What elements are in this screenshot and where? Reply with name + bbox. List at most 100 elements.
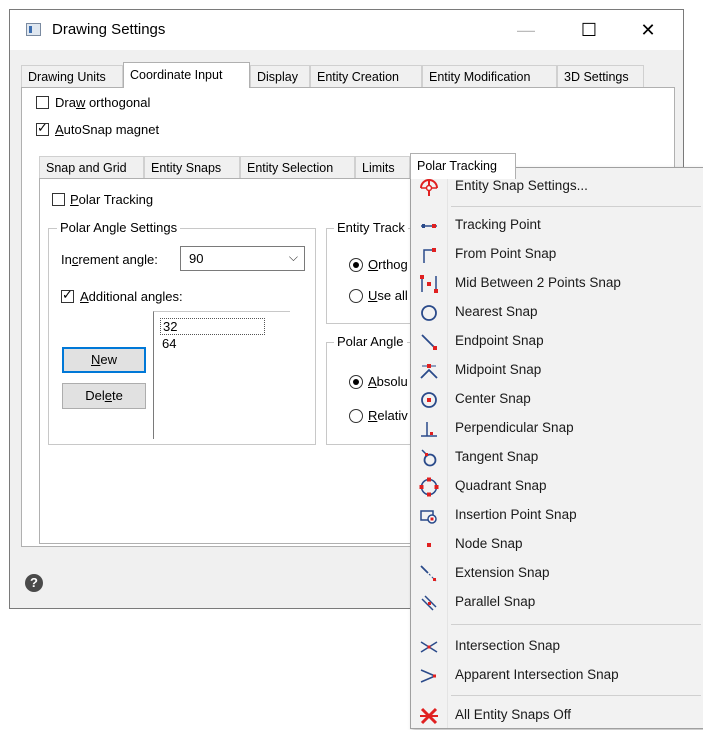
menu-item-label: From Point Snap — [455, 246, 557, 261]
intersection-snap-icon — [420, 641, 438, 653]
tab-polar-tracking[interactable]: Polar Tracking — [410, 153, 516, 179]
maximize-button[interactable]: ☐ — [566, 10, 612, 50]
menu-separator — [451, 206, 701, 207]
tab-3d-settings[interactable]: 3D Settings — [557, 65, 644, 87]
insertion-point-snap-icon — [420, 510, 437, 524]
center-snap-icon — [421, 392, 437, 408]
endpoint-snap-icon — [421, 334, 437, 350]
menu-item-tangent-snap[interactable]: Tangent Snap — [411, 443, 703, 472]
all-snaps-off-icon — [420, 707, 438, 725]
menu-item-from-point-snap[interactable]: From Point Snap — [411, 240, 703, 269]
entity-tracking-title: Entity Track — [334, 220, 408, 235]
new-angle-button[interactable]: New — [62, 347, 146, 373]
title-bar: Drawing Settings — ☐ ✕ — [10, 10, 683, 50]
menu-item-label: Endpoint Snap — [455, 333, 544, 348]
entity-snap-context-menu: Entity Snap Settings... Tracking Point F… — [410, 167, 703, 729]
menu-item-label: Quadrant Snap — [455, 478, 547, 493]
menu-item-label: Nearest Snap — [455, 304, 538, 319]
menu-item-label: Parallel Snap — [455, 594, 536, 609]
orthogonal-radio[interactable] — [349, 258, 363, 272]
menu-item-label: Tracking Point — [455, 217, 541, 232]
quadrant-snap-icon — [419, 477, 439, 497]
menu-item-label: Node Snap — [455, 536, 523, 551]
use-all-radio[interactable] — [349, 289, 363, 303]
menu-item-node-snap[interactable]: Node Snap — [411, 530, 703, 559]
menu-item-quadrant-snap[interactable]: Quadrant Snap — [411, 472, 703, 501]
menu-item-label: Mid Between 2 Points Snap — [455, 275, 621, 290]
menu-item-label: Insertion Point Snap — [455, 507, 577, 522]
menu-item-label: Tangent Snap — [455, 449, 539, 464]
extension-snap-icon — [420, 565, 438, 583]
tracking-point-icon — [421, 224, 437, 228]
menu-item-nearest-snap[interactable]: Nearest Snap — [411, 298, 703, 327]
menu-item-midpoint-snap[interactable]: Midpoint Snap — [411, 356, 703, 385]
polar-tracking-label[interactable]: Polar Tracking — [70, 192, 153, 207]
draw-orthogonal-label[interactable]: Draw orthogonal — [55, 95, 150, 110]
tab-entity-creation[interactable]: Entity Creation — [310, 65, 422, 87]
list-item[interactable]: 64 — [162, 336, 176, 351]
apparent-intersection-snap-icon — [420, 669, 436, 683]
tab-entity-snaps[interactable]: Entity Snaps — [144, 156, 240, 178]
menu-item-label: Apparent Intersection Snap — [455, 667, 619, 682]
use-all-label[interactable]: Use all — [368, 288, 408, 303]
chevron-down-icon: ⌵ — [288, 250, 298, 264]
additional-angles-checkbox[interactable] — [61, 288, 74, 303]
menu-item-parallel-snap[interactable]: Parallel Snap — [411, 588, 703, 617]
increment-angle-select[interactable]: 90 ⌵ — [180, 246, 305, 271]
node-snap-icon — [427, 543, 431, 547]
menu-item-label: Entity Snap Settings... — [455, 178, 588, 193]
menu-item-tracking-point[interactable]: Tracking Point — [411, 211, 703, 240]
menu-item-endpoint-snap[interactable]: Endpoint Snap — [411, 327, 703, 356]
menu-item-label: Extension Snap — [455, 565, 550, 580]
relative-label[interactable]: Relativ — [368, 408, 408, 423]
mid-between-points-icon — [420, 275, 438, 293]
window-title: Drawing Settings — [52, 21, 166, 38]
additional-angles-list[interactable]: 32 64 — [153, 311, 290, 439]
list-item[interactable]: 32 — [160, 318, 265, 335]
close-button[interactable]: ✕ — [625, 10, 671, 50]
menu-item-all-entity-snaps-off[interactable]: All Entity Snaps Off — [411, 701, 703, 730]
absolute-label[interactable]: Absolu — [368, 374, 408, 389]
menu-item-apparent-intersection-snap[interactable]: Apparent Intersection Snap — [411, 661, 703, 690]
increment-angle-value: 90 — [189, 251, 204, 266]
menu-item-center-snap[interactable]: Center Snap — [411, 385, 703, 414]
from-point-snap-icon — [423, 248, 436, 263]
orthogonal-label[interactable]: Orthog — [368, 257, 408, 272]
tab-snap-and-grid[interactable]: Snap and Grid — [39, 156, 144, 178]
midpoint-snap-icon — [420, 364, 438, 379]
autosnap-magnet-checkbox[interactable] — [36, 121, 49, 136]
app-icon — [26, 23, 41, 36]
tab-entity-selection[interactable]: Entity Selection — [240, 156, 355, 178]
menu-separator — [451, 695, 701, 696]
tab-limits[interactable]: Limits — [355, 156, 410, 178]
menu-item-label: Center Snap — [455, 391, 531, 406]
menu-item-perpendicular-snap[interactable]: Perpendicular Snap — [411, 414, 703, 443]
menu-item-extension-snap[interactable]: Extension Snap — [411, 559, 703, 588]
polar-angle-settings-title: Polar Angle Settings — [57, 220, 181, 235]
minimize-button[interactable]: — — [503, 10, 549, 50]
autosnap-magnet-label[interactable]: AutoSnap magnet — [55, 122, 159, 137]
tab-coordinate-input[interactable]: Coordinate Input — [123, 62, 250, 88]
entity-snap-settings-icon — [420, 179, 438, 196]
tab-display[interactable]: Display — [250, 65, 310, 87]
menu-item-intersection-snap[interactable]: Intersection Snap — [411, 632, 703, 661]
tab-entity-modification[interactable]: Entity Modification — [422, 65, 557, 87]
additional-angles-label[interactable]: Additional angles: — [80, 289, 183, 304]
polar-angle-measurement-title: Polar Angle — [334, 334, 407, 349]
perpendicular-snap-icon — [421, 422, 437, 437]
help-icon[interactable]: ? — [25, 574, 43, 592]
menu-item-insertion-point-snap[interactable]: Insertion Point Snap — [411, 501, 703, 530]
menu-separator — [451, 624, 701, 625]
absolute-radio[interactable] — [349, 375, 363, 389]
menu-item-label: Midpoint Snap — [455, 362, 542, 377]
tab-drawing-units[interactable]: Drawing Units — [21, 65, 123, 87]
menu-item-label: Intersection Snap — [455, 638, 561, 653]
polar-tracking-checkbox[interactable] — [52, 193, 65, 206]
parallel-snap-icon — [421, 595, 437, 611]
tangent-snap-icon — [421, 449, 437, 467]
draw-orthogonal-checkbox[interactable] — [36, 96, 49, 109]
menu-item-mid-between-2-points[interactable]: Mid Between 2 Points Snap — [411, 269, 703, 298]
delete-angle-button[interactable]: Delete — [62, 383, 146, 409]
relative-radio[interactable] — [349, 409, 363, 423]
increment-angle-label: Increment angle: — [61, 252, 158, 267]
